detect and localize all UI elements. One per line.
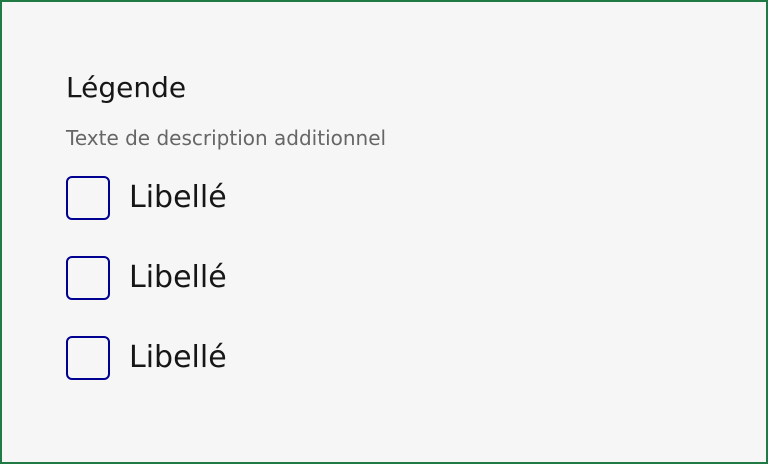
checkbox-group-frame: Légende Texte de description additionnel…	[0, 0, 768, 464]
checkbox-option-3[interactable]: Libellé	[66, 334, 706, 382]
checkbox-option-1[interactable]: Libellé	[66, 174, 706, 222]
checkbox-label-1[interactable]: Libellé	[129, 174, 227, 222]
checkbox-options: Libellé Libellé Libellé	[66, 174, 706, 382]
checkbox-1[interactable]	[66, 176, 110, 220]
fieldset-hint: Texte de description additionnel	[66, 126, 387, 150]
checkbox-label-3[interactable]: Libellé	[129, 334, 227, 382]
checkbox-2[interactable]	[66, 256, 110, 300]
fieldset-legend: Légende	[66, 71, 187, 104]
checkbox-option-2[interactable]: Libellé	[66, 254, 706, 302]
checkbox-3[interactable]	[66, 336, 110, 380]
checkbox-fieldset: Légende Texte de description additionnel…	[66, 68, 706, 382]
checkbox-label-2[interactable]: Libellé	[129, 254, 227, 302]
